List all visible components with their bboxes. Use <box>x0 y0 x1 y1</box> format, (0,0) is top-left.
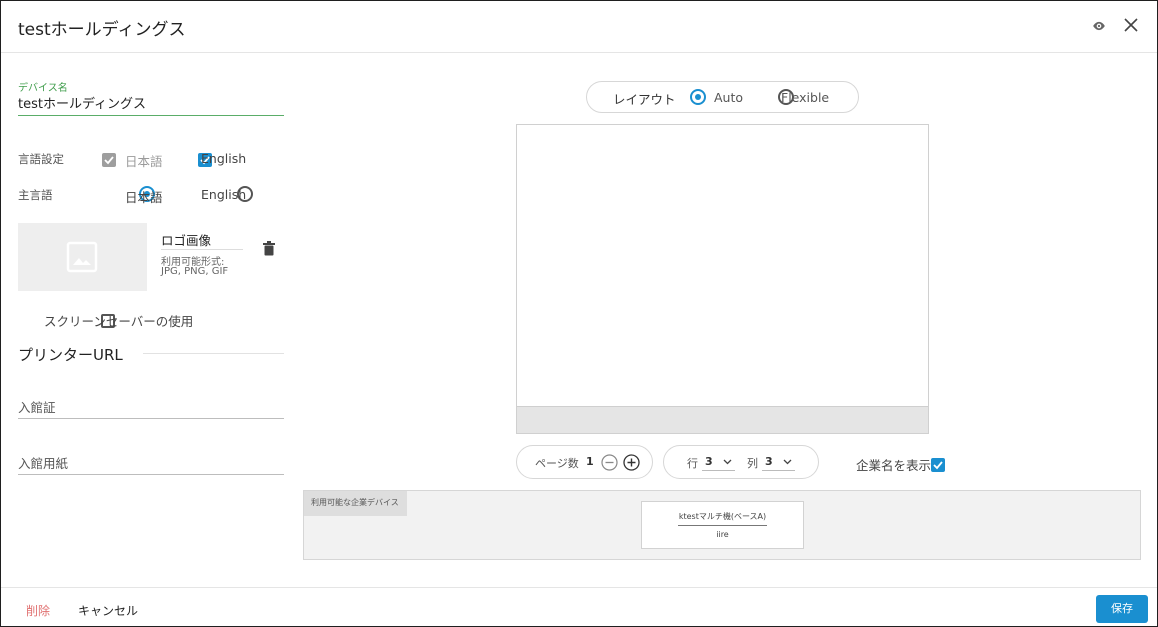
screensaver-label: スクリーンセーバーの使用 <box>44 314 194 329</box>
page-count-label: ページ数 <box>535 457 579 470</box>
chevron-down-icon <box>783 456 792 469</box>
main-language-label: 主言語 <box>18 188 53 202</box>
delete-button[interactable]: 削除 <box>26 602 50 619</box>
entry-pass-input[interactable]: 入館証 <box>18 397 284 419</box>
canvas-footer-bar <box>517 406 928 433</box>
layout-auto-radio[interactable] <box>690 89 706 105</box>
section-divider <box>143 353 284 354</box>
layout-label: レイアウト <box>613 92 676 107</box>
cols-select[interactable]: 3 <box>762 454 795 471</box>
dialog: testホールディングス デバイス名 testホールディングス 言語設定 日本語… <box>0 0 1158 627</box>
show-company-label: 企業名を表示 <box>856 458 932 473</box>
device-card[interactable]: ktestマルチ機(ベースA) iire <box>641 501 804 549</box>
available-devices-panel: 利用可能な企業デバイス ktestマルチ機(ベースA) iire <box>303 490 1141 560</box>
footer-divider <box>1 587 1157 588</box>
device-name-label: デバイス名 <box>18 83 68 94</box>
trash-icon[interactable] <box>263 241 275 260</box>
rows-select[interactable]: 3 <box>702 454 735 471</box>
device-card-title: ktestマルチ機(ベースA) <box>678 512 767 521</box>
logo-formats-line2: JPG, PNG, GIF <box>161 266 229 277</box>
cancel-button[interactable]: キャンセル <box>78 602 138 619</box>
available-devices-tab: 利用可能な企業デバイス <box>304 491 407 516</box>
dialog-title: testホールディングス <box>18 20 186 40</box>
entry-paper-input[interactable]: 入館用紙 <box>18 453 284 475</box>
layout-flexible-label: Flexible <box>781 90 830 105</box>
plus-circle-icon[interactable] <box>623 454 640 475</box>
dialog-header: testホールディングス <box>1 1 1157 53</box>
layout-preview-canvas[interactable] <box>516 124 929 434</box>
page-count-control: ページ数 1 <box>516 445 653 479</box>
lang-en-label: English <box>201 151 247 166</box>
logo-title: ロゴ画像 <box>161 230 243 250</box>
device-name-input[interactable]: testホールディングス <box>18 93 284 116</box>
logo-image-placeholder[interactable] <box>18 223 147 291</box>
lang-ja-checkbox[interactable] <box>102 153 116 167</box>
printer-url-heading: プリンターURL <box>18 346 123 364</box>
layout-auto-label: Auto <box>714 90 744 105</box>
image-icon <box>66 241 98 277</box>
rows-value: 3 <box>705 455 713 468</box>
device-card-divider <box>678 525 767 526</box>
page-count-value: 1 <box>586 455 594 468</box>
language-settings-label: 言語設定 <box>18 152 64 166</box>
minus-circle-icon[interactable] <box>601 454 618 475</box>
save-button[interactable]: 保存 <box>1096 595 1148 623</box>
grid-size-control: 行 3 列 3 <box>663 445 819 479</box>
eye-icon[interactable] <box>1092 18 1106 37</box>
device-card-subtitle: iire <box>716 530 729 539</box>
cols-label: 列 <box>747 457 758 470</box>
chevron-down-icon <box>723 456 732 469</box>
lang-ja-label: 日本語 <box>125 154 163 169</box>
main-lang-ja-label: 日本語 <box>125 190 163 205</box>
close-icon[interactable] <box>1123 17 1139 37</box>
layout-selector: レイアウト Auto Flexible <box>586 81 859 113</box>
show-company-checkbox[interactable] <box>931 458 946 472</box>
main-lang-en-label: English <box>201 187 247 202</box>
rows-label: 行 <box>687 457 698 470</box>
cols-value: 3 <box>765 455 773 468</box>
